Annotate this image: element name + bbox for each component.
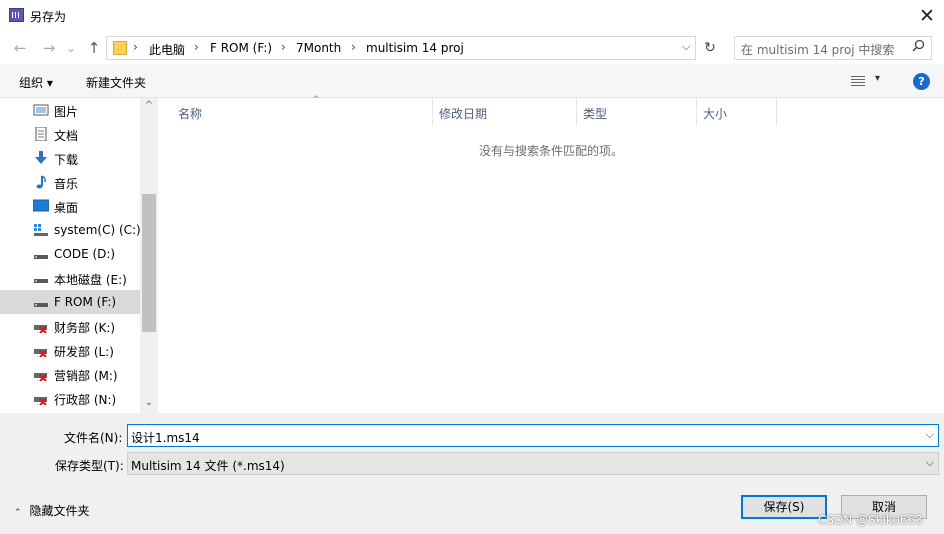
network-drive-disconnected-icon [33, 343, 49, 358]
breadcrumb-multisim-proj[interactable]: multisim 14 proj [366, 41, 464, 55]
sidebar-item-label: 文档 [54, 129, 79, 143]
sidebar-item-label: 营销部 (M:) [54, 369, 118, 383]
sidebar-item-label: CODE (D:) [54, 247, 116, 261]
forward-button[interactable]: → [38, 33, 60, 63]
sidebar-item-drive-k[interactable]: 财务部 (K:) [0, 314, 140, 338]
refresh-icon[interactable]: ↻ [699, 36, 721, 60]
hide-folders-toggle[interactable]: ⌃ 隐藏文件夹 [14, 502, 90, 519]
filename-input[interactable]: 设计1.ms14 ⌵ [127, 424, 939, 447]
drive-icon [33, 271, 49, 285]
sidebar-item-label: 音乐 [54, 177, 79, 191]
filetype-value: Multisim 14 文件 (*.ms14) [131, 459, 285, 473]
folder-icon [113, 41, 127, 55]
new-folder-button[interactable]: 新建文件夹 [86, 74, 146, 91]
chevron-down-icon[interactable]: ⌵ [926, 428, 934, 442]
sidebar-item-pictures[interactable]: 图片 [0, 98, 140, 122]
app-icon [9, 8, 24, 22]
recent-locations-button[interactable]: ⌄ [62, 33, 80, 63]
filetype-label: 保存类型(T): [55, 459, 124, 473]
search-placeholder: 在 multisim 14 proj 中搜索 [741, 43, 895, 57]
sidebar-item-drive-d[interactable]: CODE (D:) [0, 242, 140, 266]
sidebar-item-label: 行政部 (N:) [54, 393, 117, 407]
sidebar-item-downloads[interactable]: 下载 [0, 146, 140, 170]
up-button[interactable]: ↑ [84, 33, 104, 63]
back-button[interactable]: ← [10, 33, 30, 63]
sort-ascending-icon: ^ [312, 95, 320, 105]
sidebar-item-label: 本地磁盘 (E:) [54, 273, 127, 287]
command-bar: 组织 ▾ 新建文件夹 ▾ ? [0, 64, 944, 98]
column-label: 修改日期 [439, 107, 488, 121]
close-icon[interactable]: ✕ [914, 3, 940, 29]
sidebar-item-documents[interactable]: 文档 [0, 122, 140, 146]
sidebar-item-drive-m[interactable]: 营销部 (M:) [0, 362, 140, 386]
title-bar: 另存为 ✕ [0, 0, 944, 32]
sidebar-item-drive-f[interactable]: F ROM (F:) [0, 290, 140, 314]
address-dropdown-icon[interactable]: ⌵ [682, 40, 690, 54]
network-drive-disconnected-icon [33, 319, 49, 334]
search-input[interactable]: 在 multisim 14 proj 中搜索 [734, 36, 932, 60]
file-list[interactable]: 名称 ^ 修改日期 类型 大小 没有与搜索条件匹配的项。 [158, 95, 944, 413]
scroll-down-icon[interactable]: ⌄ [140, 397, 158, 408]
sidebar-item-label: 财务部 (K:) [54, 321, 116, 335]
search-icon [912, 39, 925, 56]
breadcrumb-separator: › [133, 40, 138, 54]
save-button[interactable]: 保存(S) [741, 495, 827, 519]
sidebar-item-label: F ROM (F:) [54, 295, 117, 309]
sidebar-item-label: 下载 [54, 153, 79, 167]
sidebar-item-label: 图片 [54, 105, 79, 119]
drive-icon [33, 295, 49, 309]
breadcrumb-7month[interactable]: 7Month [296, 41, 341, 55]
breadcrumb-separator: › [194, 40, 199, 54]
filetype-select[interactable]: Multisim 14 文件 (*.ms14) ⌵ [127, 452, 939, 475]
column-header-size[interactable]: 大小 [697, 98, 777, 126]
column-header-date[interactable]: 修改日期 [433, 98, 577, 126]
column-header-type[interactable]: 类型 [577, 98, 697, 126]
sidebar-item-desktop[interactable]: 桌面 [0, 194, 140, 218]
scroll-thumb[interactable] [142, 194, 156, 332]
sidebar-item-label: 桌面 [54, 201, 79, 215]
music-icon [33, 175, 49, 189]
pictures-icon [33, 103, 49, 117]
system-drive-icon [33, 223, 49, 237]
navigation-pane: 图片 文档 下载 音乐 桌面 system(C) (C:) CODE (D:) … [0, 98, 158, 413]
address-row: ← → ⌄ ↑ › 此电脑 › F ROM (F:) › 7Month › mu… [0, 33, 944, 63]
breadcrumb-this-pc[interactable]: 此电脑 [149, 41, 185, 58]
chevron-down-icon: ⌵ [925, 456, 934, 469]
scroll-up-icon[interactable]: ^ [140, 100, 158, 111]
network-drive-disconnected-icon [33, 391, 49, 406]
breadcrumb-separator: › [351, 40, 356, 54]
filename-value: 设计1.ms14 [131, 431, 200, 445]
breadcrumb-f-drive[interactable]: F ROM (F:) [210, 41, 272, 55]
filename-label: 文件名(N): [64, 431, 123, 445]
organize-button[interactable]: 组织 ▾ [19, 74, 53, 91]
sidebar-item-music[interactable]: 音乐 [0, 170, 140, 194]
download-icon [33, 151, 49, 165]
watermark: CSDN @Skiko663 [818, 513, 923, 527]
save-form: 文件名(N): 设计1.ms14 ⌵ 保存类型(T): Multisim 14 … [0, 413, 944, 534]
drive-icon [33, 247, 49, 261]
column-header-name[interactable]: 名称 ^ [172, 95, 433, 126]
documents-icon [33, 126, 49, 142]
empty-message: 没有与搜索条件匹配的项。 [478, 144, 623, 158]
window-title: 另存为 [30, 10, 67, 24]
breadcrumb-separator: › [281, 40, 286, 54]
sidebar-item-drive-c[interactable]: system(C) (C:) [0, 218, 141, 242]
sidebar-item-drive-e[interactable]: 本地磁盘 (E:) [0, 266, 140, 290]
hide-folders-label: 隐藏文件夹 [29, 504, 90, 518]
help-icon[interactable]: ? [913, 73, 930, 90]
column-label: 大小 [703, 107, 728, 121]
address-bar[interactable]: › 此电脑 › F ROM (F:) › 7Month › multisim 1… [106, 36, 696, 60]
sidebar-item-drive-l[interactable]: 研发部 (L:) [0, 338, 140, 362]
chevron-up-icon: ⌃ [14, 508, 22, 518]
sidebar-item-label: 研发部 (L:) [54, 345, 114, 359]
column-label: 类型 [583, 107, 608, 121]
sidebar-item-drive-n[interactable]: 行政部 (N:) [0, 386, 140, 410]
desktop-icon [32, 199, 50, 213]
sidebar-item-label: system(C) (C:) [54, 223, 141, 237]
sidebar-scrollbar[interactable]: ^ ⌄ [140, 98, 158, 413]
view-options-icon[interactable] [851, 74, 865, 86]
column-label: 名称 [178, 107, 203, 121]
view-dropdown-icon[interactable]: ▾ [875, 73, 880, 84]
network-drive-disconnected-icon [33, 367, 49, 382]
